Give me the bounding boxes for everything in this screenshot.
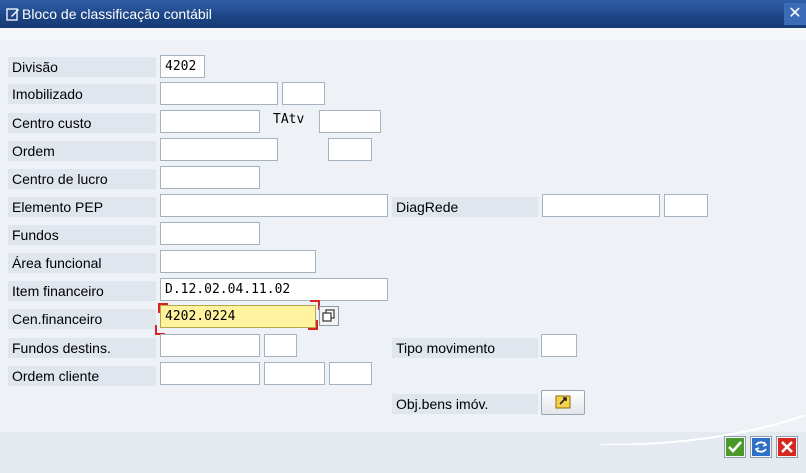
centro-custo-field[interactable] [160,110,260,133]
f4-help-icon [322,309,335,322]
item-financeiro-field[interactable]: D.12.02.04.11.02 [160,278,388,301]
possible-entries-button[interactable] [319,306,339,326]
fundos-destins-field[interactable] [160,334,260,357]
ordem-cliente-item-field[interactable] [329,362,372,385]
label-diagrede: DiagRede [392,197,538,217]
label-divisao: Divisão [8,57,156,77]
centro-lucro-field[interactable] [160,166,260,189]
imobilizado-sub-field[interactable] [282,82,325,105]
label-item-financeiro: Item financeiro [8,281,156,301]
diagrede-field[interactable] [542,194,660,217]
title-bar: Bloco de classificação contábil ✕ [0,0,806,28]
navigate-arrow-icon [555,395,571,409]
document-edit-icon [6,8,19,21]
label-obj-bens: Obj.bens imóv. [392,394,538,414]
ordem-cliente-field[interactable] [160,362,260,385]
label-elemento-pep: Elemento PEP [8,197,156,217]
refresh-icon [752,438,770,456]
dialog-title: Bloco de classificação contábil [22,6,212,22]
obj-bens-button[interactable] [541,390,585,415]
label-centro-lucro: Centro de lucro [8,169,156,189]
label-ordem-cliente: Ordem cliente [8,366,156,386]
label-tipo-movimento: Tipo movimento [392,338,538,358]
label-fundos-destins: Fundos destins. [8,338,156,358]
label-tatv: TAtv [273,112,305,127]
refresh-button[interactable] [750,436,772,458]
tipo-movimento-field[interactable] [541,334,577,357]
fundos-destins-sub-field[interactable] [264,334,297,357]
label-centro-custo: Centro custo [8,113,156,133]
elemento-pep-field[interactable] [160,194,388,217]
fundos-field[interactable] [160,222,260,245]
close-button[interactable]: ✕ [784,3,806,25]
diagrede-sub-field[interactable] [664,194,708,217]
ordem-cliente-sub-field[interactable] [264,362,325,385]
cancel-icon [778,438,796,456]
dialog-window: Bloco de classificação contábil ✕ Divisã… [0,0,806,473]
top-strip [0,28,806,40]
label-imobilizado: Imobilizado [8,84,156,104]
imobilizado-field[interactable] [160,82,278,105]
label-cen-financeiro: Cen.financeiro [8,309,156,329]
label-ordem: Ordem [8,141,156,161]
divisao-field[interactable]: 4202 [160,55,205,78]
area-funcional-field[interactable] [160,250,316,273]
ordem-field[interactable] [160,138,278,161]
checkmark-icon [726,438,744,456]
cen-financeiro-field[interactable]: 4202.0224 [158,303,318,330]
label-fundos: Fundos [8,225,156,245]
ordem-sub-field[interactable] [328,138,372,161]
label-area-funcional: Área funcional [8,253,156,273]
confirm-button[interactable] [724,436,746,458]
tatv-field[interactable] [319,110,381,133]
close-icon: ✕ [788,5,802,22]
cancel-button[interactable] [776,436,798,458]
